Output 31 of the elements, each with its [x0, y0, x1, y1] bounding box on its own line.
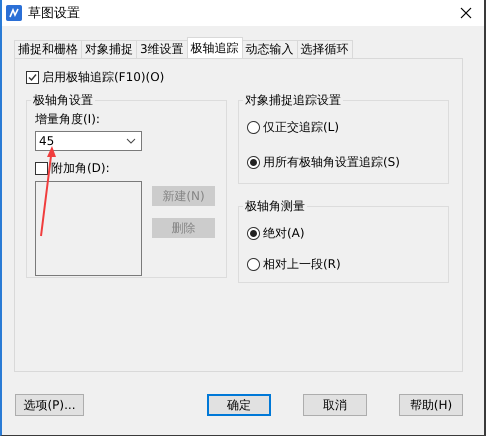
tab[interactable]: 对象捕捉 [81, 40, 137, 58]
list-box[interactable] [35, 181, 142, 276]
field-label: 增量角度(I): [35, 111, 101, 128]
close-icon[interactable] [460, 7, 472, 19]
tab[interactable]: 动态输入 [242, 40, 298, 58]
tab[interactable]: 捕捉和栅格 [14, 40, 82, 58]
group-title: 极轴角测量 [244, 198, 306, 215]
radio-label: 仅正交追踪(L) [263, 119, 340, 136]
chevron-icon [126, 138, 136, 144]
dialog-button[interactable]: 选项(P)... [15, 394, 84, 416]
checkbox-label: 启用极轴追踪(F10)(O) [42, 69, 164, 86]
radio-label: 绝对(A) [263, 225, 305, 242]
radio-button[interactable] [247, 156, 260, 169]
radio-label: 相对上一段(R) [263, 256, 341, 273]
app-icon [6, 5, 22, 21]
radio-button[interactable] [247, 227, 260, 240]
dialog-button[interactable]: 确定 [207, 394, 271, 416]
radio-button[interactable] [247, 121, 260, 134]
group-title: 极轴角设置 [32, 92, 94, 109]
window-title: 草图设置 [28, 5, 81, 22]
dialog-button[interactable]: 取消 [303, 394, 367, 416]
group-title: 对象捕捉追踪设置 [244, 92, 342, 109]
dialog-button[interactable]: 帮助(H) [399, 394, 463, 416]
checkbox[interactable] [26, 71, 39, 84]
checkbox-label: 附加角(D): [51, 160, 110, 177]
dropdown-field[interactable]: 45 [35, 131, 142, 151]
tab[interactable]: 极轴追踪 [186, 37, 243, 58]
radio-button[interactable] [247, 258, 260, 271]
tab[interactable]: 选择循环 [296, 40, 353, 58]
radio-label: 用所有极轴角设置追踪(S) [263, 154, 400, 171]
checkbox[interactable] [35, 162, 48, 175]
